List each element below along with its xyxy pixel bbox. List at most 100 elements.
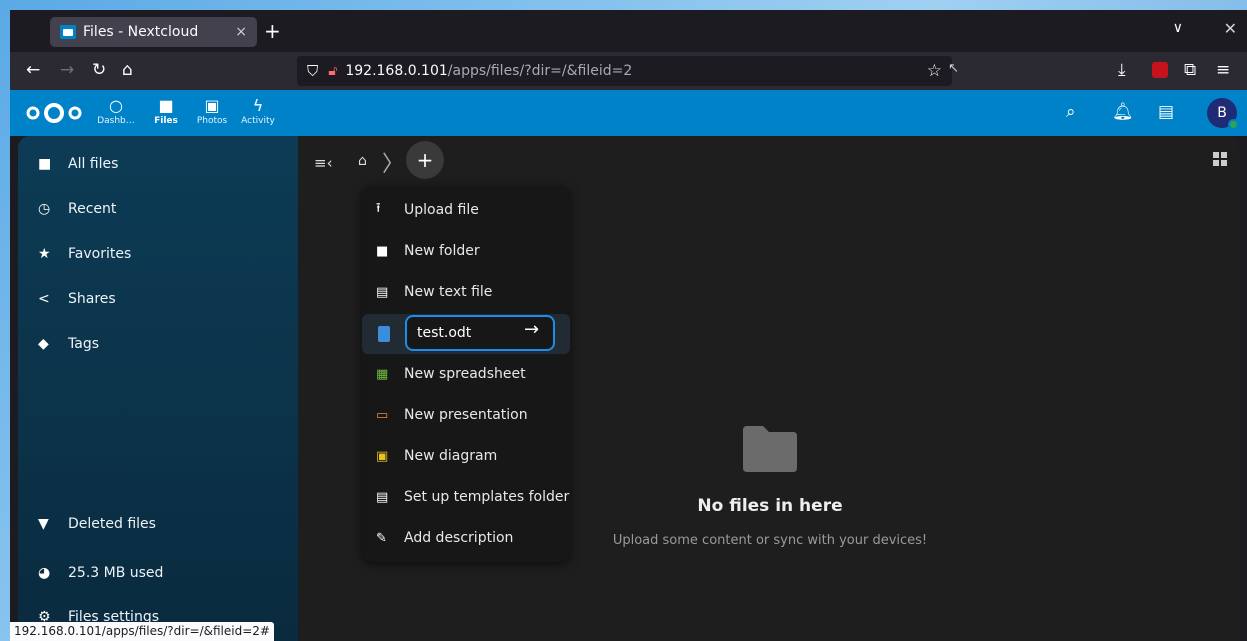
sidebar-item-label: Tags — [68, 336, 99, 352]
folder-icon: ■ — [38, 156, 52, 172]
menu-item-new-spreadsheet[interactable]: ▦ New spreadsheet — [362, 354, 570, 394]
grid-view-icon[interactable] — [1213, 152, 1227, 166]
reload-icon[interactable]: ↻ — [92, 60, 106, 80]
insecure-lock-icon[interactable]: 🔓︎ — [328, 63, 337, 79]
nav-bar: ← → ↻ ⌂ ⛉ 🔓︎ 192.168.0.101 /apps/files/?… — [10, 52, 1247, 90]
search-icon[interactable]: ⌕ — [1066, 102, 1076, 122]
diagram-icon: ▣ — [376, 448, 389, 464]
app-label: Files — [154, 116, 178, 126]
share-icon: < — [38, 291, 50, 307]
spreadsheet-icon: ▦ — [376, 366, 389, 382]
home-icon[interactable]: ⌂ — [122, 60, 133, 80]
activity-icon: ϟ — [252, 96, 264, 115]
extension-icon[interactable]: ↖ — [948, 61, 959, 76]
menu-item-new-folder[interactable]: ■ New folder — [362, 231, 570, 271]
document-icon — [378, 326, 390, 342]
url-path: /apps/files/?dir=/&fileid=2 — [447, 63, 633, 79]
upload-icon: ⭱ — [376, 201, 381, 216]
sidebar-toggle-icon[interactable]: ≡‹ — [314, 154, 333, 172]
breadcrumb-separator-icon: 〉 — [382, 152, 405, 177]
sidebar-item-deleted-files[interactable]: ▼ Deleted files — [38, 512, 156, 536]
new-button[interactable]: + — [406, 141, 444, 179]
menu-item-upload-file[interactable]: ⭱ Upload file — [362, 190, 570, 230]
menu-item-label: New presentation — [404, 407, 528, 423]
notifications-bell-icon[interactable]: 🔔︎ — [1112, 102, 1134, 122]
breadcrumb-home-icon[interactable]: ⌂ — [358, 153, 367, 169]
app-dashboard[interactable]: ○ Dashb… — [94, 96, 138, 126]
storage-usage-label: 25.3 MB used — [68, 565, 164, 581]
menu-item-new-presentation[interactable]: ▭ New presentation — [362, 395, 570, 435]
menu-item-label: Upload file — [404, 202, 479, 218]
app-label: Activity — [241, 116, 275, 126]
browser-window: Files - Nextcloud × + ∨ ✕ ← → ↻ ⌂ ⛉ 🔓︎ 1… — [10, 10, 1247, 641]
new-tab-button[interactable]: + — [264, 19, 281, 43]
link-status-bar: 192.168.0.101/apps/files/?dir=/&fileid=2… — [10, 622, 274, 641]
pie-chart-icon: ◕ — [38, 565, 51, 581]
photos-icon: ▣ — [204, 96, 220, 115]
window-close-icon[interactable]: ✕ — [1224, 19, 1237, 38]
text-file-icon: ▤ — [376, 284, 389, 300]
folder-icon: ■ — [376, 243, 389, 259]
empty-state-subtitle: Upload some content or sync with your de… — [612, 533, 928, 548]
extensions-puzzle-icon[interactable]: ⧉ — [1184, 60, 1196, 80]
app-content: ■ All files ◷ Recent ★ Favorites < Share… — [18, 136, 1239, 641]
empty-state-title: No files in here — [697, 496, 843, 516]
trash-icon: ▼ — [38, 516, 49, 532]
folder-icon: ■ — [158, 96, 174, 115]
tab-files-nextcloud[interactable]: Files - Nextcloud × — [50, 17, 257, 47]
sidebar-item-favorites[interactable]: ★ Favorites — [38, 242, 131, 266]
menu-item-label: New spreadsheet — [404, 366, 526, 382]
url-bar[interactable]: ⛉ 🔓︎ 192.168.0.101 /apps/files/?dir=/&fi… — [297, 56, 952, 86]
new-menu: ⭱ Upload file ■ New folder ▤ New text fi… — [362, 186, 570, 562]
menu-item-new-diagram[interactable]: ▣ New diagram — [362, 436, 570, 476]
template-icon: ▤ — [376, 489, 389, 505]
submit-arrow-icon[interactable]: → — [524, 319, 539, 340]
sidebar: ■ All files ◷ Recent ★ Favorites < Share… — [18, 136, 298, 641]
empty-folder-icon — [743, 426, 797, 472]
nextcloud-logo-icon[interactable] — [26, 101, 82, 125]
app-photos[interactable]: ▣ Photos — [190, 96, 234, 126]
tab-close-icon[interactable]: × — [235, 24, 247, 40]
sidebar-item-label: Favorites — [68, 246, 132, 262]
avatar[interactable]: B — [1207, 98, 1239, 130]
presentation-icon: ▭ — [376, 407, 389, 423]
menu-item-new-text-file[interactable]: ▤ New text file — [362, 272, 570, 312]
tab-bar: Files - Nextcloud × + ∨ ✕ — [10, 10, 1247, 52]
sidebar-item-label: Shares — [68, 291, 116, 307]
online-status-icon — [1228, 119, 1239, 130]
sidebar-item-label: All files — [68, 156, 119, 172]
sidebar-item-all-files[interactable]: ■ All files — [38, 152, 118, 176]
url-host: 192.168.0.101 — [345, 63, 448, 79]
ublock-icon[interactable] — [1152, 62, 1168, 78]
tab-title: Files - Nextcloud — [83, 24, 199, 40]
app-activity[interactable]: ϟ Activity — [236, 96, 280, 126]
menu-item-label: Set up templates folder — [404, 489, 570, 505]
storage-usage[interactable]: ◕ 25.3 MB used — [38, 561, 163, 585]
clock-icon: ◷ — [38, 201, 51, 217]
app-files[interactable]: ■ Files — [144, 96, 188, 126]
nextcloud-favicon-icon — [60, 25, 76, 39]
sidebar-item-shares[interactable]: < Shares — [38, 287, 116, 311]
menu-item-set-up-templates-folder[interactable]: ▤ Set up templates folder — [362, 477, 570, 517]
menu-item-label: New diagram — [404, 448, 498, 464]
tag-icon: ◆ — [38, 336, 49, 352]
menu-item-add-description[interactable]: ✎ Add description — [362, 518, 570, 558]
app-label: Photos — [196, 116, 228, 126]
sidebar-item-label: Deleted files — [68, 516, 156, 532]
shield-icon[interactable]: ⛉ — [307, 62, 318, 80]
star-icon: ★ — [38, 246, 51, 262]
tab-list-chevron-icon[interactable]: ∨ — [1173, 20, 1183, 36]
downloads-icon[interactable]: ⤓ — [1118, 60, 1126, 80]
files-main: ≡‹ ⌂ 〉 + ⭱ Upload file ■ New folder ▤ Ne… — [298, 136, 1239, 641]
sidebar-item-tags[interactable]: ◆ Tags — [38, 332, 99, 356]
app-label: Dashb… — [97, 116, 135, 126]
forward-arrow-icon[interactable]: → — [60, 60, 74, 80]
avatar-initial: B — [1217, 105, 1227, 121]
back-arrow-icon[interactable]: ← — [26, 60, 40, 80]
menu-hamburger-icon[interactable]: ≡ — [1216, 60, 1230, 80]
bookmark-star-icon[interactable]: ☆ — [927, 61, 942, 81]
sidebar-item-recent[interactable]: ◷ Recent — [38, 197, 116, 221]
new-document-row: → — [362, 314, 570, 354]
menu-item-label: New folder — [404, 243, 480, 259]
contacts-icon[interactable]: ▤ — [1158, 102, 1174, 122]
